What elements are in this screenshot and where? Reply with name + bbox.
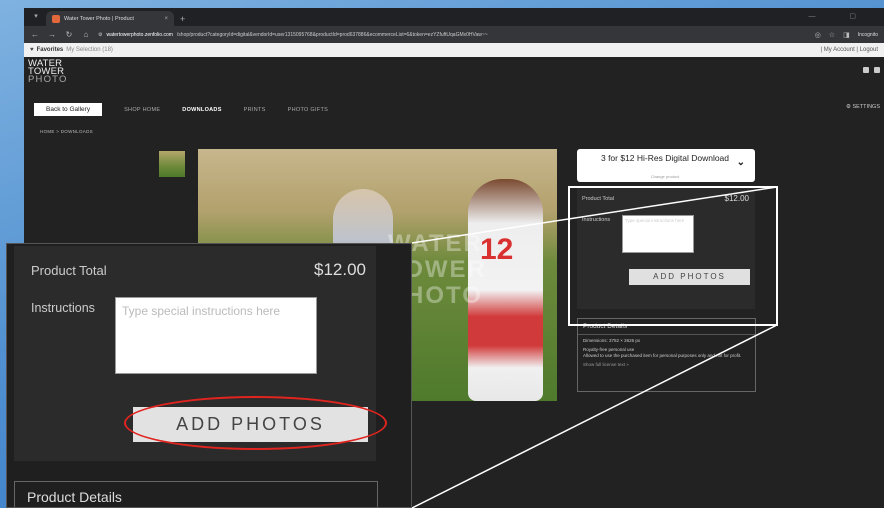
license-text: Allowed to use the purchased item for pe… — [583, 353, 742, 358]
instructions-label: Instructions — [582, 217, 611, 223]
window-controls[interactable]: — ▢ — [808, 12, 872, 20]
incognito-label[interactable]: Incognito — [858, 32, 878, 38]
add-photos-button[interactable]: ADD PHOTOS — [629, 269, 750, 285]
product-details-title: Product Details — [578, 319, 755, 335]
show-license-link[interactable]: Show full license text » — [578, 362, 755, 368]
zoom-inset: Product Total $12.00 Instructions Type s… — [6, 243, 412, 508]
eye-off-icon[interactable]: ◎ — [815, 31, 821, 39]
url-field[interactable]: ⚙ watertowerphoto.zenfolio.com/shop/prod… — [98, 29, 808, 41]
url-path: /shop/product?categoryId=digital&vendorI… — [176, 31, 488, 38]
zoom-product-details-title: Product Details — [27, 489, 122, 505]
zoom-product-details: Product Details — [14, 481, 378, 507]
reload-icon[interactable]: ↻ — [64, 30, 74, 39]
logo-line-3: PHOTO — [28, 74, 68, 85]
product-select[interactable]: 3 for $12 Hi-Res Digital Download Change… — [577, 149, 755, 182]
settings-link[interactable]: ⚙ SETTINGS — [846, 104, 880, 110]
chevron-down-icon: ⌄ — [736, 157, 745, 168]
order-panel: Product Total $12.00 Instructions Type s… — [577, 187, 755, 309]
instructions-textarea[interactable]: Type special instructions here — [622, 215, 694, 253]
product-details: Product Details Dimensions: 3752 × 2626 … — [577, 318, 756, 392]
side-panel-icon[interactable]: ◨ — [843, 31, 850, 39]
url-domain: watertowerphoto.zenfolio.com — [106, 31, 173, 38]
zoom-product-total-label: Product Total — [31, 263, 107, 278]
settings-label: SETTINGS — [852, 104, 880, 110]
my-selection-dropdown[interactable]: My Selection (18) — [66, 47, 113, 53]
home-icon[interactable]: ⌂ — [81, 30, 91, 39]
site-info-icon[interactable]: ⚙ — [98, 32, 102, 38]
browser-tab[interactable]: Water Tower Photo | Product × — [46, 11, 174, 26]
favorites-link[interactable]: Favorites — [37, 47, 64, 53]
menu-prints[interactable]: PRINTS — [244, 107, 266, 113]
product-total-label: Product Total — [582, 196, 615, 202]
zoom-order-panel: Product Total $12.00 Instructions Type s… — [14, 246, 387, 461]
cart-icon[interactable] — [863, 67, 869, 73]
watermark: WATER TOWER PHOTO — [388, 231, 557, 309]
photo-thumbnail[interactable] — [159, 151, 185, 177]
zoom-instructions-label: Instructions — [31, 301, 95, 315]
new-tab-button[interactable]: + — [180, 14, 185, 24]
product-name: 3 for $12 Hi-Res Digital Download — [600, 153, 730, 163]
menu-photo-gifts[interactable]: PHOTO GIFTS — [288, 107, 328, 113]
menu-shop-home[interactable]: SHOP HOME — [124, 107, 160, 113]
shop-menu: Back to Gallery SHOP HOME DOWNLOADS PRIN… — [34, 103, 328, 116]
site-logo[interactable]: WATER TOWER PHOTO — [28, 59, 68, 85]
change-product-link[interactable]: Change product — [595, 174, 735, 179]
tab-title: Water Tower Photo | Product — [64, 15, 134, 22]
tab-search-icon[interactable]: ▾ — [30, 11, 42, 23]
menu-downloads[interactable]: DOWNLOADS — [182, 107, 221, 113]
account-links[interactable]: | My Account | Logout — [821, 47, 878, 53]
tab-bar: ▾ Water Tower Photo | Product × + — ▢ — [24, 8, 884, 26]
product-price: $12.00 — [724, 194, 749, 203]
header-icons — [863, 67, 880, 73]
breadcrumb[interactable]: HOME > DOWNLOADS — [40, 129, 93, 134]
favorites-bar: ♥ Favorites My Selection (18) | My Accou… — [24, 43, 884, 57]
gear-icon: ⚙ — [846, 104, 851, 110]
highlight-oval — [124, 396, 387, 450]
heart-icon: ♥ — [30, 47, 34, 53]
zoom-product-price: $12.00 — [314, 260, 366, 279]
zoom-instructions-textarea[interactable]: Type special instructions here — [115, 297, 317, 374]
favicon-icon — [52, 14, 60, 23]
user-icon[interactable] — [874, 67, 880, 73]
back-arrow-icon[interactable]: ← — [30, 30, 40, 39]
address-bar: ← → ↻ ⌂ ⚙ watertowerphoto.zenfolio.com/s… — [24, 26, 884, 43]
bookmark-star-icon[interactable]: ☆ — [829, 31, 835, 39]
back-to-gallery-button[interactable]: Back to Gallery — [34, 103, 103, 116]
forward-arrow-icon[interactable]: → — [47, 30, 57, 39]
address-bar-actions: ◎ ☆ ◨ Incognito — [815, 31, 878, 39]
tab-close-icon[interactable]: × — [164, 16, 168, 22]
product-dimensions: Dimensions: 3752 × 2626 px — [583, 338, 641, 343]
